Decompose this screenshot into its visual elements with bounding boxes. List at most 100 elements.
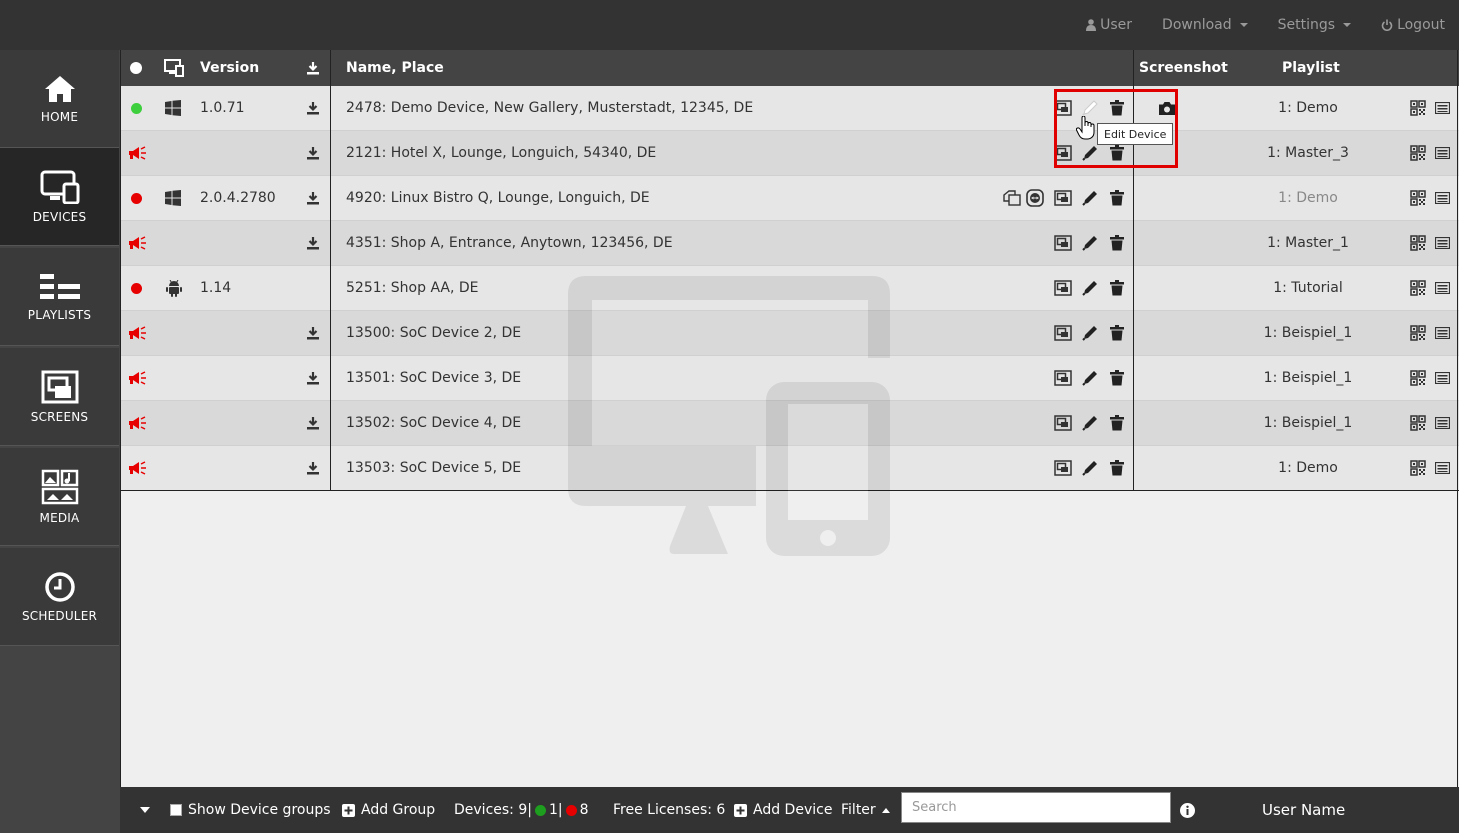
download-button[interactable] <box>306 86 320 130</box>
add-group-button[interactable]: Add Group <box>342 787 435 833</box>
content-left-border <box>120 50 121 787</box>
qr-code-button[interactable] <box>1410 131 1426 175</box>
table-row[interactable]: 13502: SoC Device 4, DE 1: Beispiel_1 <box>120 401 1459 446</box>
edit-device-button[interactable] <box>1081 356 1099 400</box>
playlist-cell[interactable]: 1: Beispiel_1 <box>1220 311 1396 355</box>
table-row[interactable]: 1.0.71 2478: Demo Device, New Gallery, M… <box>120 86 1459 131</box>
download-button[interactable] <box>306 356 320 400</box>
qr-code-button[interactable] <box>1410 356 1426 400</box>
edit-device-button[interactable] <box>1081 311 1099 355</box>
table-row[interactable]: 4351: Shop A, Entrance, Anytown, 123456,… <box>120 221 1459 266</box>
screens-icon <box>1054 370 1072 386</box>
screens-button[interactable] <box>1054 266 1072 310</box>
screens-button[interactable] <box>1054 446 1072 490</box>
playlist-cell[interactable]: 1: Beispiel_1 <box>1220 401 1396 445</box>
table-row[interactable]: 13501: SoC Device 3, DE 1: Beispiel_1 <box>120 356 1459 401</box>
delete-device-button[interactable] <box>1110 221 1124 265</box>
add-device-button[interactable]: Add Device <box>734 787 832 833</box>
remote-view-button[interactable] <box>1026 176 1044 220</box>
sidebar-item-scheduler[interactable]: SCHEDULER <box>0 548 119 646</box>
delete-device-button[interactable] <box>1110 311 1124 355</box>
download-button[interactable] <box>306 446 320 490</box>
qr-code-button[interactable] <box>1410 446 1426 490</box>
qr-code-button[interactable] <box>1410 266 1426 310</box>
qr-code-button[interactable] <box>1410 86 1426 130</box>
list-details-button[interactable] <box>1435 401 1450 445</box>
edit-device-button[interactable] <box>1081 401 1099 445</box>
screens-button[interactable] <box>1054 86 1072 130</box>
user-menu[interactable]: User <box>1086 17 1132 33</box>
screens-button[interactable] <box>1054 311 1072 355</box>
delete-device-button[interactable] <box>1110 266 1124 310</box>
column-divider <box>330 50 331 491</box>
screens-button[interactable] <box>1054 356 1072 400</box>
sidebar-item-playlists[interactable]: PLAYLISTS <box>0 248 119 346</box>
qr-code-button[interactable] <box>1410 221 1426 265</box>
playlist-cell[interactable]: 1: Tutorial <box>1220 266 1396 310</box>
list-details-button[interactable] <box>1435 86 1450 130</box>
show-device-groups-toggle[interactable]: Show Device groups <box>170 787 331 833</box>
playlist-cell[interactable]: 1: Demo <box>1220 86 1396 130</box>
screens-button[interactable] <box>1054 176 1072 220</box>
screens-button[interactable] <box>1054 221 1072 265</box>
delete-device-button[interactable] <box>1110 446 1124 490</box>
list-details-button[interactable] <box>1435 311 1450 355</box>
list-details-button[interactable] <box>1435 131 1450 175</box>
sidebar-item-screens[interactable]: SCREENS <box>0 348 119 446</box>
table-row[interactable]: 2121: Hotel X, Lounge, Longuich, 54340, … <box>120 131 1459 176</box>
sidebar-item-media[interactable]: MEDIA <box>0 448 119 546</box>
playlist-cell[interactable]: 1: Beispiel_1 <box>1220 356 1396 400</box>
qr-code-button[interactable] <box>1410 176 1426 220</box>
copy-button[interactable] <box>1003 176 1021 220</box>
playlist-cell[interactable]: 1: Master_3 <box>1220 131 1396 175</box>
settings-menu[interactable]: Settings <box>1278 17 1352 33</box>
table-row[interactable]: 2.0.4.2780 4920: Linux Bistro Q, Lounge,… <box>120 176 1459 221</box>
delete-device-button[interactable] <box>1110 176 1124 220</box>
list-details-button[interactable] <box>1435 221 1450 265</box>
sidebar-item-home[interactable]: HOME <box>0 50 119 148</box>
delete-device-button[interactable] <box>1110 356 1124 400</box>
download-button[interactable] <box>306 401 320 445</box>
table-row[interactable]: 1.14 5251: Shop AA, DE 1: Tutorial <box>120 266 1459 311</box>
device-type-column-header[interactable] <box>164 50 184 86</box>
version-column-header[interactable]: Version <box>200 50 259 86</box>
table-row[interactable]: 13500: SoC Device 2, DE 1: Beispiel_1 <box>120 311 1459 356</box>
download-column-header[interactable] <box>306 50 320 86</box>
screens-icon <box>1054 325 1072 341</box>
edit-device-button[interactable] <box>1081 266 1099 310</box>
list-details-button[interactable] <box>1435 266 1450 310</box>
status-column-header[interactable] <box>130 50 142 86</box>
screens-button[interactable] <box>1054 131 1072 175</box>
name-place-cell: 13503: SoC Device 5, DE <box>346 460 522 476</box>
screens-button[interactable] <box>1054 401 1072 445</box>
delete-device-button[interactable] <box>1110 401 1124 445</box>
screenshot-column-header[interactable]: Screenshot <box>1139 50 1228 86</box>
playlist-cell[interactable]: 1: Master_1 <box>1220 221 1396 265</box>
search-input[interactable] <box>901 792 1171 823</box>
download-icon <box>307 62 319 75</box>
list-details-button[interactable] <box>1435 356 1450 400</box>
download-button[interactable] <box>306 176 320 220</box>
qr-code-button[interactable] <box>1410 311 1426 355</box>
list-details-button[interactable] <box>1435 176 1450 220</box>
download-button[interactable] <box>306 311 320 355</box>
download-menu[interactable]: Download <box>1162 17 1248 33</box>
filter-button[interactable]: Filter <box>841 787 890 833</box>
logout-button[interactable]: Logout <box>1381 17 1445 33</box>
download-button[interactable] <box>306 131 320 175</box>
list-details-button[interactable] <box>1435 446 1450 490</box>
sidebar-item-devices[interactable]: DEVICES <box>0 148 119 246</box>
table-row[interactable]: 13503: SoC Device 5, DE 1: Demo <box>120 446 1459 491</box>
edit-device-button[interactable] <box>1081 221 1099 265</box>
info-button[interactable] <box>1180 787 1195 833</box>
footer-menu-toggle[interactable] <box>140 787 150 833</box>
qr-code-button[interactable] <box>1410 401 1426 445</box>
playlist-cell[interactable]: 1: Demo <box>1220 446 1396 490</box>
playlist-cell[interactable]: 1: Demo <box>1220 176 1396 220</box>
edit-device-button[interactable] <box>1081 446 1099 490</box>
edit-device-button[interactable] <box>1081 176 1099 220</box>
download-button[interactable] <box>306 221 320 265</box>
playlist-column-header[interactable]: Playlist <box>1282 50 1340 86</box>
show-device-groups-checkbox[interactable] <box>170 804 182 816</box>
name-place-column-header[interactable]: Name, Place <box>346 50 444 86</box>
